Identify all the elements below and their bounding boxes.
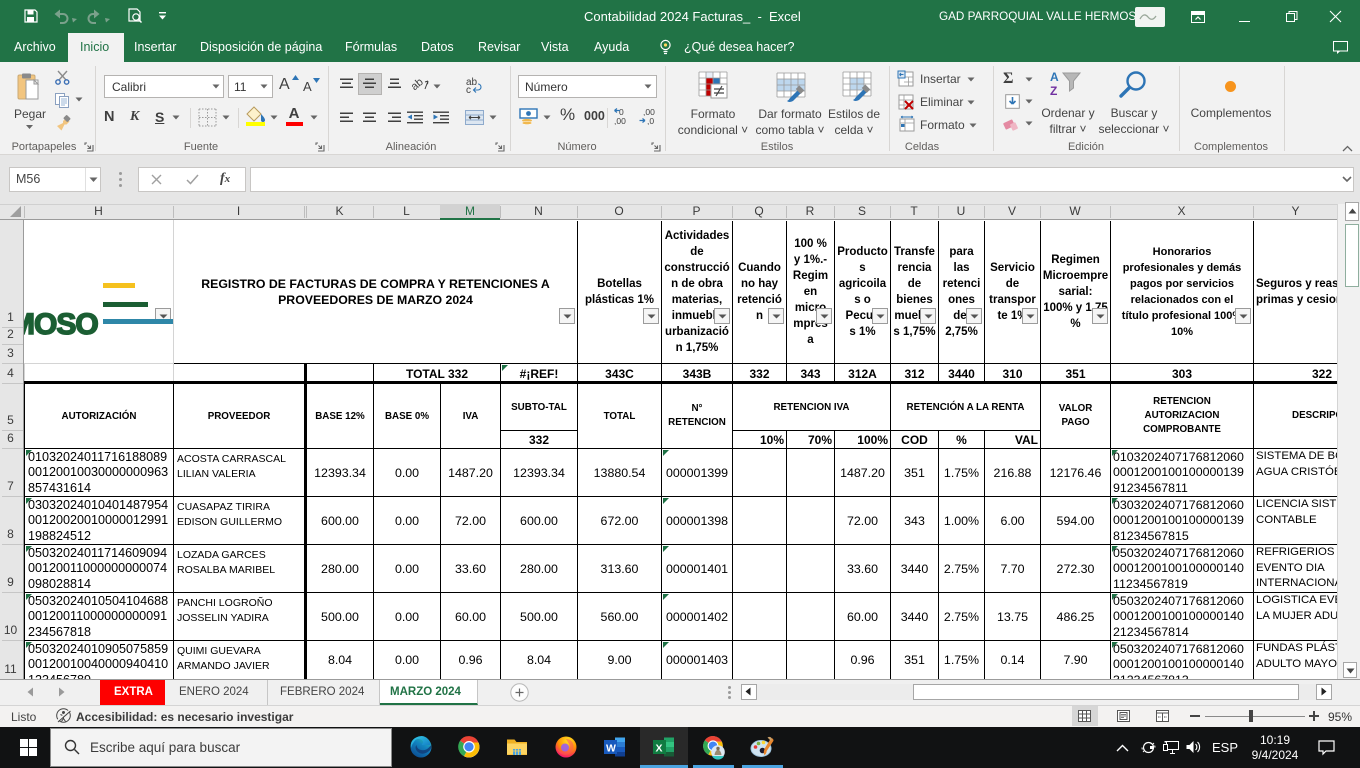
svg-text:X: X [656,743,663,755]
svg-text:ab: ab [409,76,426,93]
svg-text:,00: ,00 [614,116,626,126]
svg-text:c: c [466,85,471,96]
svg-text:W: W [606,743,616,755]
svg-text:,0: ,0 [647,116,654,126]
